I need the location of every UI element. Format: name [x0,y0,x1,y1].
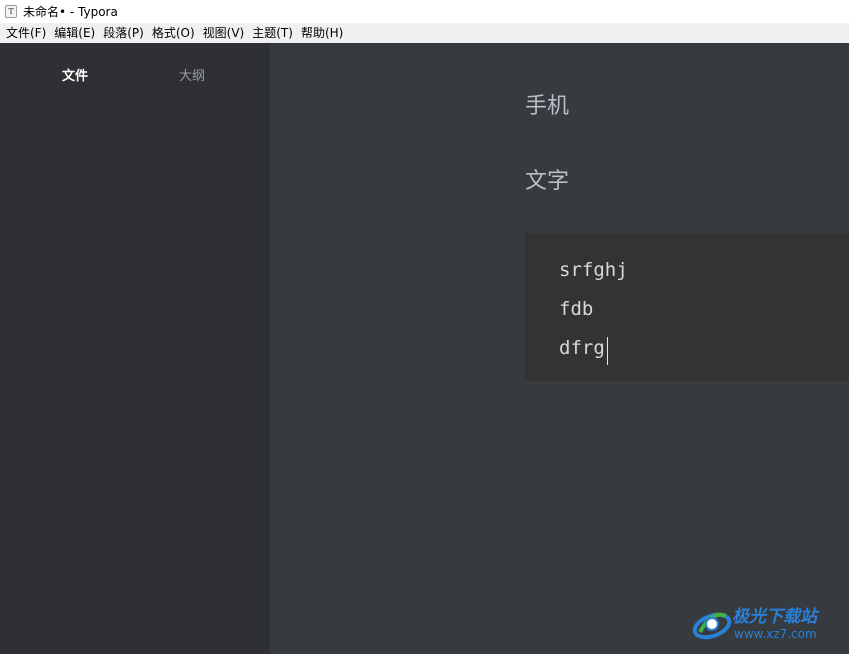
tab-outline[interactable]: 大纲 [179,65,205,84]
editor-area[interactable]: 手机 文字 srfghj fdb dfrg [270,43,849,654]
watermark-logo-icon [692,612,732,640]
code-block[interactable]: srfghj fdb dfrg [525,233,849,381]
watermark: 极光下载站 www.xz7.com [690,600,840,650]
typora-app-icon: T [5,5,17,18]
menu-format[interactable]: 格式(O) [148,23,199,43]
menu-file[interactable]: 文件(F) [2,23,50,43]
menu-paragraph[interactable]: 段落(P) [99,23,148,43]
text-caret [607,337,608,365]
window-title: 未命名• - Typora [23,5,118,19]
sidebar: 文件 大纲 [0,43,270,654]
code-line[interactable]: srfghj [559,259,628,281]
code-line[interactable]: fdb [559,298,593,320]
heading-text[interactable]: 文字 [525,163,569,195]
watermark-title: 极光下载站 [732,607,817,627]
watermark-url: www.xz7.com [734,627,817,641]
title-bar: T 未命名• - Typora [0,0,849,23]
menu-edit[interactable]: 编辑(E) [50,23,99,43]
tab-files[interactable]: 文件 [62,65,88,84]
menu-bar: 文件(F) 编辑(E) 段落(P) 格式(O) 视图(V) 主题(T) 帮助(H… [0,23,849,43]
code-line[interactable]: dfrg [559,337,605,359]
menu-view[interactable]: 视图(V) [199,23,249,43]
heading-phone[interactable]: 手机 [525,88,569,120]
menu-help[interactable]: 帮助(H) [297,23,347,43]
menu-theme[interactable]: 主题(T) [248,23,297,43]
